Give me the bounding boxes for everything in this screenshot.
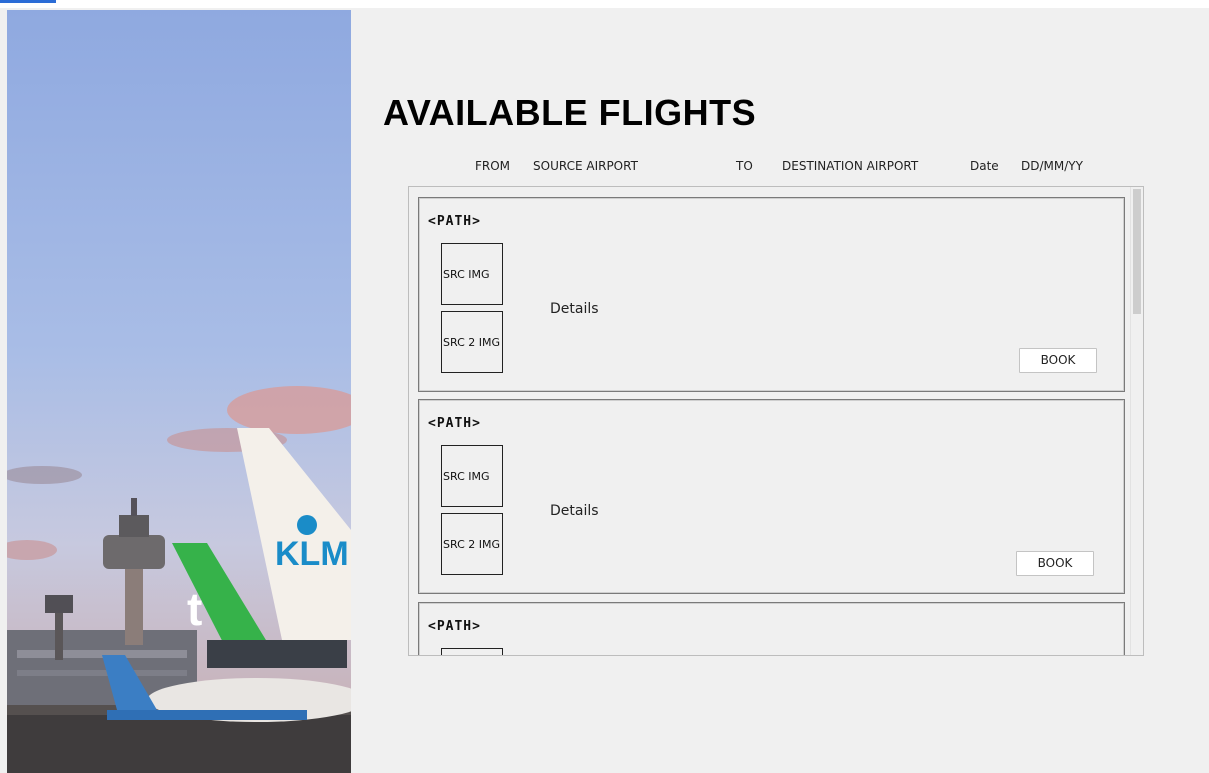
date-label: Date	[970, 159, 999, 173]
window-top-border	[0, 0, 1209, 8]
book-button[interactable]: BOOK	[1016, 551, 1094, 576]
flight-card: <PATH> SRC IMG SRC 2 IMG Details BOOK	[418, 399, 1125, 594]
flight-path: <PATH>	[428, 416, 481, 431]
scrollbar[interactable]	[1130, 187, 1143, 655]
source-image	[441, 648, 503, 655]
page-title: AVAILABLE FLIGHTS	[383, 92, 757, 133]
flight-path: <PATH>	[428, 619, 481, 634]
svg-text:t: t	[187, 583, 202, 635]
source-image: SRC IMG	[441, 243, 503, 305]
source-image-label: SRC IMG	[443, 268, 490, 281]
source-2-image-label: SRC 2 IMG	[443, 336, 501, 349]
flight-path: <PATH>	[428, 214, 481, 229]
flight-card: <PATH> SRC IMG SRC 2 IMG Details BOOK	[418, 197, 1125, 392]
to-label: TO	[736, 159, 753, 173]
flights-list[interactable]: <PATH> SRC IMG SRC 2 IMG Details BOOK <P…	[408, 186, 1144, 656]
date-field[interactable]: DD/MM/YY	[1021, 159, 1083, 173]
source-image-label: SRC IMG	[443, 470, 490, 483]
window-accent-bar	[0, 0, 56, 3]
flight-card: <PATH>	[418, 602, 1125, 655]
klm-logo-text: KLM	[275, 535, 349, 573]
source-2-image: SRC 2 IMG	[441, 311, 503, 373]
source-2-image-label: SRC 2 IMG	[443, 538, 501, 551]
from-label: FROM	[475, 159, 511, 173]
flight-details: Details	[550, 503, 599, 519]
flight-details: Details	[550, 301, 599, 317]
airport-photo: KLM t	[7, 10, 351, 773]
scrollbar-thumb[interactable]	[1133, 189, 1141, 314]
book-button[interactable]: BOOK	[1019, 348, 1097, 373]
destination-airport-field[interactable]: DESTINATION AIRPORT	[782, 159, 918, 173]
source-airport-field[interactable]: SOURCE AIRPORT	[533, 159, 638, 173]
source-2-image: SRC 2 IMG	[441, 513, 503, 575]
source-image: SRC IMG	[441, 445, 503, 507]
